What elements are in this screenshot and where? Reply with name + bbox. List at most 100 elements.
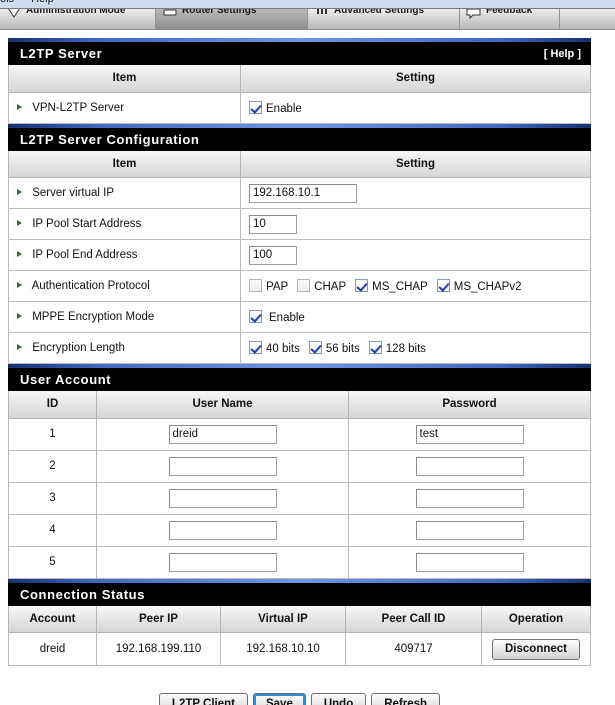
username-input-2[interactable] — [168, 456, 277, 476]
table-row: 1 — [8, 417, 591, 451]
column-header-setting: Setting — [240, 65, 591, 93]
row-label-ip-pool-start: IP Pool Start Address — [8, 208, 241, 240]
row-label-ip-pool-end: IP Pool End Address — [8, 239, 241, 271]
toolbar-tab-feedback[interactable]: Feedback — [460, 9, 560, 29]
section-header-user-account: User Account — [8, 364, 591, 391]
password-input-3[interactable] — [415, 488, 524, 508]
table-row: Authentication Protocol PAP CHAP MS_CHAP MS… — [8, 270, 591, 302]
l2tp-panel: L2TP Server [ Help ] Item Setting VPN-L2… — [8, 38, 591, 666]
user-row-id: 3 — [8, 481, 97, 515]
row-setting-ip-pool-end — [240, 239, 591, 271]
password-input-4[interactable] — [415, 520, 524, 540]
column-header-id: ID — [8, 391, 97, 419]
browser-chrome: ols Help Administration Mode Router Sett… — [0, 0, 615, 30]
l2tp-config-table: Item Setting Server virtual IP IP Pool S… — [8, 150, 591, 364]
row-label-text: Authentication Protocol — [31, 280, 150, 292]
column-header-peer-ip: Peer IP — [96, 605, 221, 633]
user-row-password-cell — [348, 545, 591, 579]
ip-pool-end-input[interactable] — [249, 245, 297, 265]
column-header-peer-call-id: Peer Call ID — [345, 605, 482, 633]
checkbox-auth-ms-chapv2[interactable] — [436, 279, 450, 292]
table-row: Server virtual IP — [8, 177, 591, 209]
row-label-text: VPN-L2TP Server — [32, 101, 125, 114]
password-input-2[interactable] — [415, 456, 524, 476]
row-setting-encryption-length: 40 bits 56 bits 128 bits — [240, 332, 591, 364]
user-row-id: 5 — [8, 545, 97, 579]
column-header-operation: Operation — [481, 605, 591, 633]
checkbox-vpn-l2tp-enable[interactable] — [249, 100, 262, 114]
undo-button[interactable]: Undo — [310, 693, 367, 705]
table-row: MPPE Encryption Mode Enable — [8, 301, 591, 333]
table-row: Encryption Length 40 bits 56 bits 128 bits — [8, 332, 591, 364]
bullet-arrow-icon — [17, 220, 22, 226]
user-account-table: ID User Name Password 1 2 3 — [8, 391, 591, 579]
row-label-text: IP Pool Start Address — [32, 218, 142, 230]
browser-menubar: ols Help — [0, 0, 68, 5]
row-setting-mppe-mode: Enable — [240, 301, 591, 333]
row-setting-auth-protocol: PAP CHAP MS_CHAP MS_CHAPv2 — [240, 270, 591, 302]
section-title: Connection Status — [20, 586, 146, 602]
user-row-username-cell — [96, 481, 349, 515]
checkbox-label: CHAP — [314, 281, 347, 293]
refresh-button[interactable]: Refresh — [371, 693, 441, 705]
section-title: User Account — [20, 372, 112, 387]
section-title: L2TP Server Configuration — [20, 131, 200, 147]
ip-pool-start-input[interactable] — [249, 214, 297, 234]
row-label-text: MPPE Encryption Mode — [32, 311, 155, 323]
checkbox-auth-ms-chap[interactable] — [355, 279, 369, 292]
table-row: 2 — [8, 449, 591, 483]
toolbar-tab-administration-mode[interactable]: Administration Mode — [0, 9, 156, 29]
checkbox-enc-40-bits[interactable] — [249, 341, 262, 354]
save-button[interactable]: Save — [252, 693, 306, 705]
menu-item-help[interactable]: Help — [31, 0, 54, 5]
toolbar-tab-extra[interactable] — [560, 9, 615, 29]
checkbox-mppe-enable[interactable] — [249, 310, 262, 323]
row-label-auth-protocol: Authentication Protocol — [8, 270, 241, 302]
username-input-3[interactable] — [168, 488, 277, 508]
section-header-l2tp-server: L2TP Server [ Help ] — [8, 38, 591, 65]
password-input-5[interactable] — [415, 552, 524, 572]
speech-icon — [466, 9, 481, 20]
username-input-4[interactable] — [168, 520, 277, 540]
checkbox-auth-pap[interactable] — [249, 279, 262, 292]
menu-item-tools[interactable]: ols — [0, 0, 14, 5]
status-operation-cell: Disconnect — [481, 632, 591, 666]
checkbox-enc-128-bits[interactable] — [368, 341, 382, 354]
user-row-password-cell — [348, 481, 591, 515]
user-row-password-cell — [348, 449, 591, 483]
toolbar-tab-label: Router Settings — [182, 9, 257, 16]
toolbar-tab-label: Administration Mode — [26, 9, 126, 16]
l2tp-server-table: Item Setting VPN-L2TP Server Enable — [8, 65, 591, 124]
row-setting-ip-pool-start — [240, 208, 591, 240]
tools-icon — [317, 9, 327, 14]
table-header-row: Account Peer IP Virtual IP Peer Call ID … — [8, 605, 591, 633]
row-setting-vpn-l2tp-server: Enable — [240, 91, 591, 124]
password-input-1[interactable] — [415, 424, 524, 444]
row-label-server-virtual-ip: Server virtual IP — [8, 177, 241, 209]
username-input-5[interactable] — [168, 552, 277, 572]
footer-button-bar: L2TP Client Save Undo Refresh — [8, 693, 591, 705]
status-peer-call-id: 409717 — [345, 632, 482, 666]
username-input-1[interactable] — [168, 424, 277, 444]
checkbox-label: 128 bits — [385, 343, 427, 355]
toolbar-tab-advanced-settings[interactable]: Advanced Settings — [308, 9, 460, 29]
row-label-text: IP Pool End Address — [32, 249, 138, 261]
user-row-password-cell — [348, 513, 591, 547]
disconnect-button[interactable]: Disconnect — [492, 638, 580, 660]
table-header-row: ID User Name Password — [8, 391, 591, 419]
toolbar-tab-label: Feedback — [486, 9, 533, 16]
help-link[interactable]: [ Help ] — [544, 48, 581, 60]
l2tp-client-button[interactable]: L2TP Client — [158, 693, 248, 705]
column-header-setting: Setting — [240, 150, 591, 178]
checkbox-label: PAP — [266, 281, 289, 293]
user-row-username-cell — [96, 449, 349, 483]
checkbox-auth-chap[interactable] — [297, 279, 311, 292]
table-row: IP Pool Start Address — [8, 208, 591, 240]
checkbox-label: 40 bits — [266, 343, 300, 355]
user-row-id: 2 — [8, 449, 97, 483]
toolbar-tab-router-settings[interactable]: Router Settings — [156, 9, 308, 29]
server-virtual-ip-input[interactable] — [249, 183, 357, 203]
user-row-username-cell — [96, 545, 349, 579]
table-row: 3 — [8, 481, 591, 515]
checkbox-enc-56-bits[interactable] — [308, 341, 322, 354]
